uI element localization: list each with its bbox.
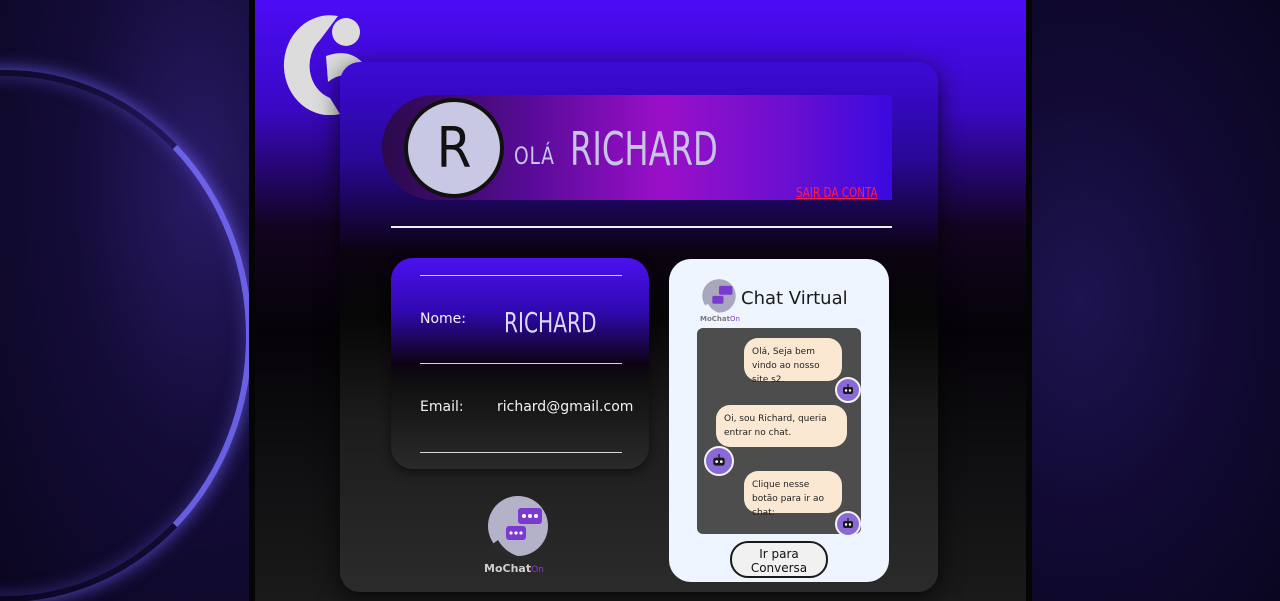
mochat-logo-icon (702, 279, 736, 314)
go-to-conversation-button[interactable]: Ir para Conversa (730, 541, 828, 578)
info-divider (420, 275, 622, 276)
info-divider (420, 363, 622, 364)
name-label: Nome: (420, 311, 467, 327)
robot-icon (843, 518, 853, 528)
chat-logo-text: MoChatOn (700, 315, 740, 323)
name-value: RICHARD (504, 306, 597, 339)
mochat-logo-icon (488, 496, 548, 559)
chat-message-bot: Clique nesse botão para ir ao chat: (744, 471, 842, 518)
chat-message-bot: Olá, Seja bem vindo ao nosso site s2. (744, 338, 842, 385)
robot-icon (713, 454, 725, 466)
logo-text: MoChatOn (484, 562, 544, 575)
background-left (0, 0, 250, 601)
bot-avatar (835, 377, 861, 403)
bot-avatar (835, 511, 861, 537)
greeting-name: RICHARD (570, 122, 718, 176)
header-divider (391, 226, 892, 228)
avatar: R (404, 98, 504, 198)
decorative-arc (0, 70, 250, 601)
chat-logo: MoChatOn (700, 278, 740, 324)
button-label-line2: Conversa (750, 560, 808, 575)
robot-icon (843, 384, 853, 394)
email-label: Email: (420, 399, 464, 415)
info-divider (420, 452, 622, 453)
chat-title: Chat Virtual (741, 288, 848, 309)
mochat-logo: MoChatOn (484, 494, 552, 576)
chat-message-user: Oi, sou Richard, queria entrar no chat. (716, 405, 847, 447)
button-label-line1: Ir para (759, 546, 799, 561)
logout-link[interactable]: SAIR DA CONTA (796, 186, 878, 201)
stage-border-left (249, 0, 255, 601)
background-right (1032, 0, 1280, 601)
user-avatar (704, 446, 734, 476)
email-value: richard@gmail.com (497, 399, 634, 415)
stage-border-right (1026, 0, 1032, 601)
greeting-label: OLÁ (514, 142, 555, 170)
